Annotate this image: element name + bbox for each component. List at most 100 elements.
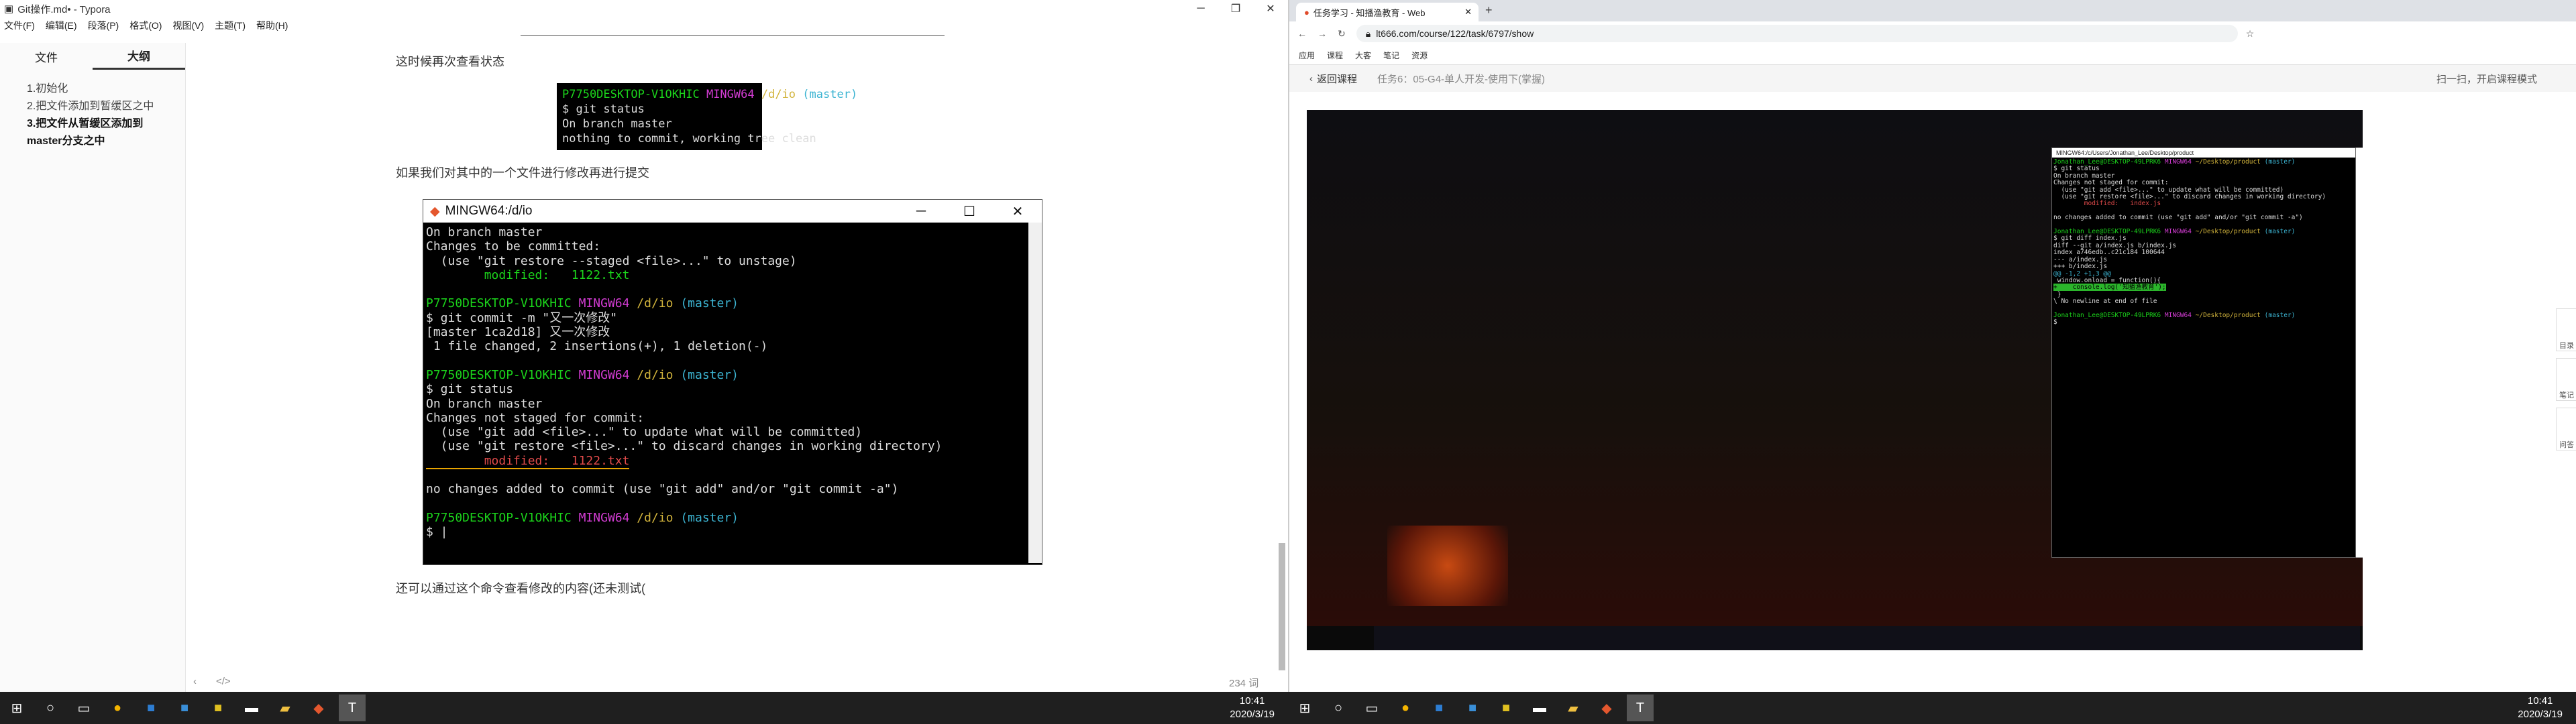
- git-icon[interactable]: ◆: [1593, 695, 1620, 721]
- outline-item[interactable]: 2.把文件添加到暂缓区之中: [27, 98, 185, 115]
- chrome-icon[interactable]: ●: [1392, 695, 1419, 721]
- tool-catalog[interactable]: 目录: [2556, 308, 2576, 351]
- task-view-icon[interactable]: ▭: [1358, 695, 1385, 721]
- inner-terminal-window: MINGW64:/c/Users/Jonathan_Lee/Desktop/pr…: [2051, 147, 2356, 558]
- prompt-path: /d/io: [637, 510, 674, 525]
- menu-view[interactable]: 视图(V): [172, 19, 204, 32]
- app-icon[interactable]: ■: [1426, 695, 1452, 721]
- sidebar-toggle-icon[interactable]: ‹: [193, 676, 197, 687]
- app-icon[interactable]: ■: [205, 695, 231, 721]
- clock[interactable]: 10:41 2020/3/19: [2518, 695, 2563, 721]
- terminal-icon[interactable]: ▬: [1526, 695, 1553, 721]
- bookmark-item[interactable]: 资源: [1411, 50, 1428, 61]
- back-icon[interactable]: ←: [1297, 28, 1307, 39]
- outline-item-active[interactable]: 3.把文件从暂缓区添加到master分支之中: [27, 115, 168, 150]
- clock[interactable]: 10:41 2020/3/19: [1230, 695, 1275, 721]
- menu-paragraph[interactable]: 段落(P): [88, 19, 119, 32]
- paragraph: 如果我们对其中的一个文件进行修改再进行提交: [396, 166, 649, 180]
- typora-icon[interactable]: T: [1627, 695, 1654, 721]
- close-icon[interactable]: ✕: [1253, 0, 1288, 17]
- bookmark-item[interactable]: 笔记: [1383, 50, 1399, 61]
- minimize-icon: ─: [916, 203, 926, 219]
- task-view-icon[interactable]: ▭: [70, 695, 97, 721]
- menu-theme[interactable]: 主题(T): [215, 19, 246, 32]
- prompt-user: P7750DESKTOP-V1OKHIC: [426, 296, 572, 311]
- minimize-icon[interactable]: ─: [1183, 0, 1218, 17]
- app-icon[interactable]: ■: [1493, 695, 1519, 721]
- menu-file[interactable]: 文件(F): [4, 19, 35, 32]
- back-arrow-icon[interactable]: ‹: [1309, 73, 1313, 84]
- outline-item[interactable]: 1.初始化: [27, 80, 185, 98]
- prompt-branch: (master): [680, 510, 739, 525]
- tab-close-icon[interactable]: ✕: [1464, 7, 1472, 17]
- tab-files[interactable]: 文件: [0, 43, 93, 70]
- output-line: Changes not staged for commit:: [426, 410, 645, 425]
- output-line: (use "git restore <file>..." to discard …: [426, 439, 943, 454]
- reload-icon[interactable]: ↻: [1338, 28, 1346, 40]
- url-text: lt666.com/course/122/task/6797/show: [1376, 28, 1534, 39]
- cmd: $ git status: [2053, 165, 2100, 173]
- bookmark-item[interactable]: 应用: [1299, 50, 1315, 61]
- folder-icon[interactable]: ▰: [1560, 695, 1587, 721]
- maximize-icon[interactable]: ❐: [1218, 0, 1253, 17]
- back-to-course-link[interactable]: 返回课程: [1317, 72, 1357, 86]
- bookmark-item[interactable]: 课程: [1327, 50, 1343, 61]
- prompt-user: Jonathan_Lee@DESKTOP-49LPRK6: [2053, 228, 2161, 236]
- close-icon: ✕: [1012, 204, 1024, 219]
- tool-notes[interactable]: 笔记: [2556, 358, 2576, 401]
- clock-time: 10:41: [1239, 695, 1265, 707]
- doc-scrollbar[interactable]: [1279, 543, 1285, 670]
- prompt-branch: (master): [2264, 158, 2296, 166]
- address-bar[interactable]: 🔒︎ lt666.com/course/122/task/6797/show: [1356, 25, 2238, 42]
- prompt-path: /d/io: [761, 88, 796, 101]
- git-icon[interactable]: ◆: [305, 695, 332, 721]
- menu-help[interactable]: 帮助(H): [256, 19, 288, 32]
- output-line: On branch master: [2053, 172, 2115, 180]
- menu-format[interactable]: 格式(O): [129, 19, 162, 32]
- prompt-user: P7750DESKTOP-V1OKHIC: [426, 367, 572, 382]
- output-line: On branch master: [562, 117, 672, 131]
- paragraph: 这时候再次查看状态: [396, 55, 504, 68]
- prompt-shell: MINGW64: [578, 296, 630, 311]
- typora-icon[interactable]: T: [339, 695, 366, 721]
- menu-edit[interactable]: 编辑(E): [46, 19, 77, 32]
- app-icon[interactable]: ■: [138, 695, 164, 721]
- video-player[interactable]: MINGW64:/c/Users/Jonathan_Lee/Desktop/pr…: [1307, 110, 2363, 650]
- output-line: Changes to be committed:: [426, 239, 601, 254]
- chrome-icon[interactable]: ●: [104, 695, 131, 721]
- browser-tab[interactable]: ● 任务学习 - 知播渔教育 - Web ✕: [1296, 3, 1479, 21]
- paragraph: 还可以通过这个命令查看修改的内容(还未测试(: [396, 582, 645, 595]
- new-tab-icon[interactable]: +: [1485, 3, 1493, 17]
- output-line: diff --git a/index.js b/index.js: [2053, 241, 2177, 249]
- clock-time: 10:41: [2527, 695, 2553, 707]
- folder-icon[interactable]: ▰: [272, 695, 299, 721]
- app-icon[interactable]: ■: [171, 695, 198, 721]
- bookmarks-bar: 应用 课程 大客 笔记 资源: [1289, 46, 2576, 65]
- prompt-shell: MINGW64: [578, 510, 630, 525]
- windows-start-icon[interactable]: ⊞: [3, 695, 30, 721]
- search-icon[interactable]: ○: [1325, 695, 1352, 721]
- qr-hint[interactable]: 扫一扫，开启课程模式: [2436, 72, 2537, 86]
- taskbar-left: ⊞ ○ ▭ ● ■ ■ ■ ▬ ▰ ◆ T 10:41 2020/3/19: [0, 692, 1288, 724]
- tab-title: 任务学习 - 知播渔教育 - Web: [1313, 7, 1426, 18]
- search-icon[interactable]: ○: [37, 695, 64, 721]
- source-mode-icon[interactable]: </>: [216, 676, 231, 687]
- output-line: nothing to commit, working tree clean: [562, 132, 816, 145]
- right-toolbar: 目录 笔记 问答: [2556, 308, 2576, 457]
- star-icon[interactable]: ☆: [2246, 28, 2255, 40]
- word-count[interactable]: 234 词: [1229, 676, 1258, 690]
- windows-start-icon[interactable]: ⊞: [1291, 695, 1318, 721]
- prompt-shell: MINGW64: [706, 88, 755, 101]
- forward-icon[interactable]: →: [1318, 28, 1327, 39]
- terminal-icon[interactable]: ▬: [238, 695, 265, 721]
- bookmark-item[interactable]: 大客: [1355, 50, 1371, 61]
- tab-outline[interactable]: 大纲: [93, 43, 185, 70]
- app-icon[interactable]: ■: [1459, 695, 1486, 721]
- typora-window: ▣ Git操作.md• - Typora ─ ❐ ✕ 文件(F) 编辑(E) 段…: [0, 0, 1288, 692]
- output-line: modified: index.js: [2053, 200, 2161, 208]
- clock-date: 2020/3/19: [2518, 709, 2563, 720]
- output-line: On branch master: [426, 225, 543, 239]
- tool-qa[interactable]: 问答: [2556, 408, 2576, 450]
- prompt-branch: (master): [802, 88, 858, 101]
- output-line: (use "git restore --staged <file>..." to…: [426, 253, 797, 268]
